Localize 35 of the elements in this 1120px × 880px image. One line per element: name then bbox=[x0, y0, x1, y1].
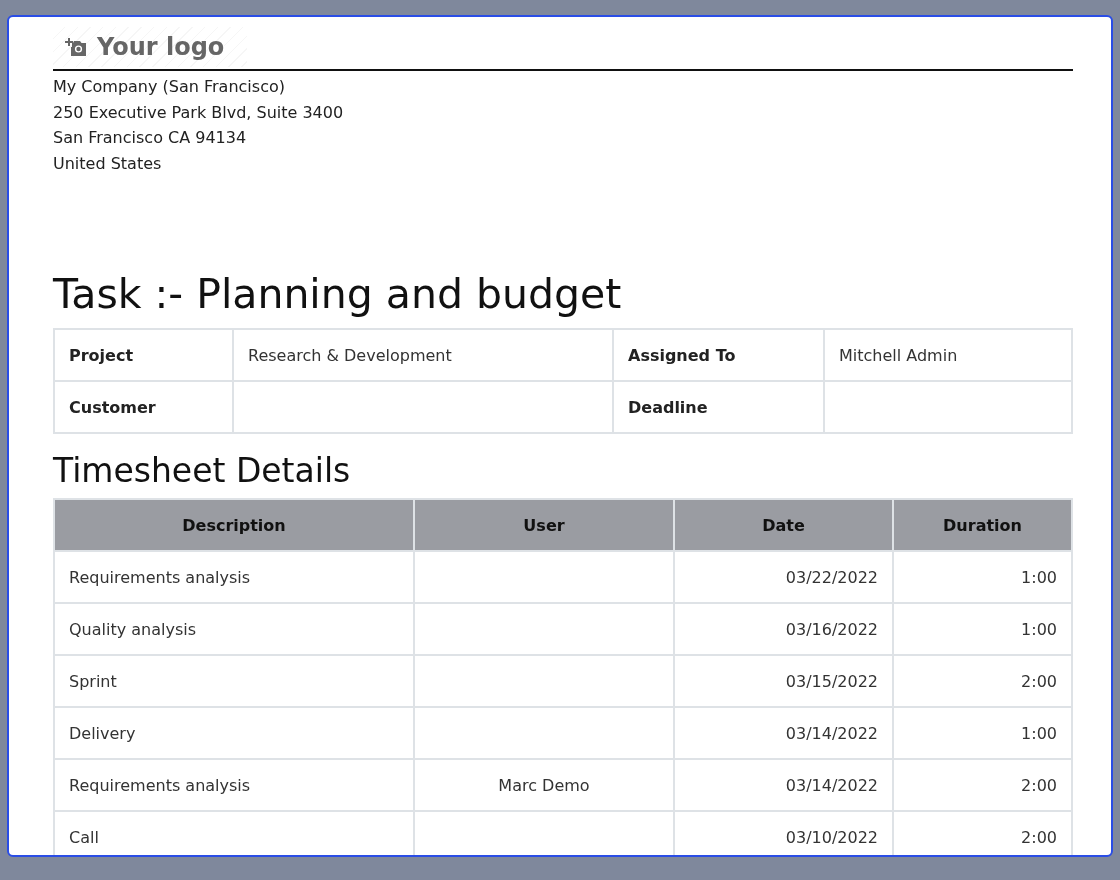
column-header: User bbox=[414, 499, 674, 551]
column-header: Description bbox=[54, 499, 414, 551]
column-header: Duration bbox=[893, 499, 1072, 551]
table-cell: 2:00 bbox=[893, 655, 1072, 707]
address-line: My Company (San Francisco) bbox=[53, 76, 286, 98]
column-header: Date bbox=[674, 499, 893, 551]
table-cell: Sprint bbox=[54, 655, 414, 707]
table-cell: 2:00 bbox=[893, 759, 1072, 811]
table-cell: Quality analysis bbox=[54, 603, 414, 655]
field-value: Mitchell Admin bbox=[824, 329, 1072, 381]
table-cell: 03/16/2022 bbox=[674, 603, 893, 655]
table-cell: Call bbox=[54, 811, 414, 855]
logo-text: Your logo bbox=[97, 33, 225, 61]
table-cell: 03/14/2022 bbox=[674, 707, 893, 759]
address-line: 250 Executive Park Blvd, Suite 3400 bbox=[53, 101, 345, 124]
camera-icon bbox=[65, 38, 87, 56]
table-cell: 03/15/2022 bbox=[674, 655, 893, 707]
field-label: Customer bbox=[54, 381, 233, 433]
field-label: Deadline bbox=[613, 381, 824, 433]
address-line: San Francisco CA 94134 bbox=[53, 127, 248, 149]
task-title: Task :- Planning and budget bbox=[53, 270, 623, 318]
field-label: Project bbox=[54, 329, 233, 381]
table-cell: 03/14/2022 bbox=[674, 759, 893, 811]
table-cell: 1:00 bbox=[893, 707, 1072, 759]
table-cell: 1:00 bbox=[893, 603, 1072, 655]
table-cell: Requirements analysis bbox=[54, 551, 414, 603]
table-cell: Requirements analysis bbox=[54, 759, 414, 811]
table-cell: 03/22/2022 bbox=[674, 551, 893, 603]
address-line: United States bbox=[53, 152, 163, 175]
table-cell: Marc Demo bbox=[414, 759, 674, 811]
field-value: Research & Development bbox=[233, 329, 613, 381]
table-cell: 1:00 bbox=[893, 551, 1072, 603]
table-cell: Delivery bbox=[54, 707, 414, 759]
field-label: Assigned To bbox=[613, 329, 824, 381]
section-heading: Timesheet Details bbox=[53, 452, 352, 490]
